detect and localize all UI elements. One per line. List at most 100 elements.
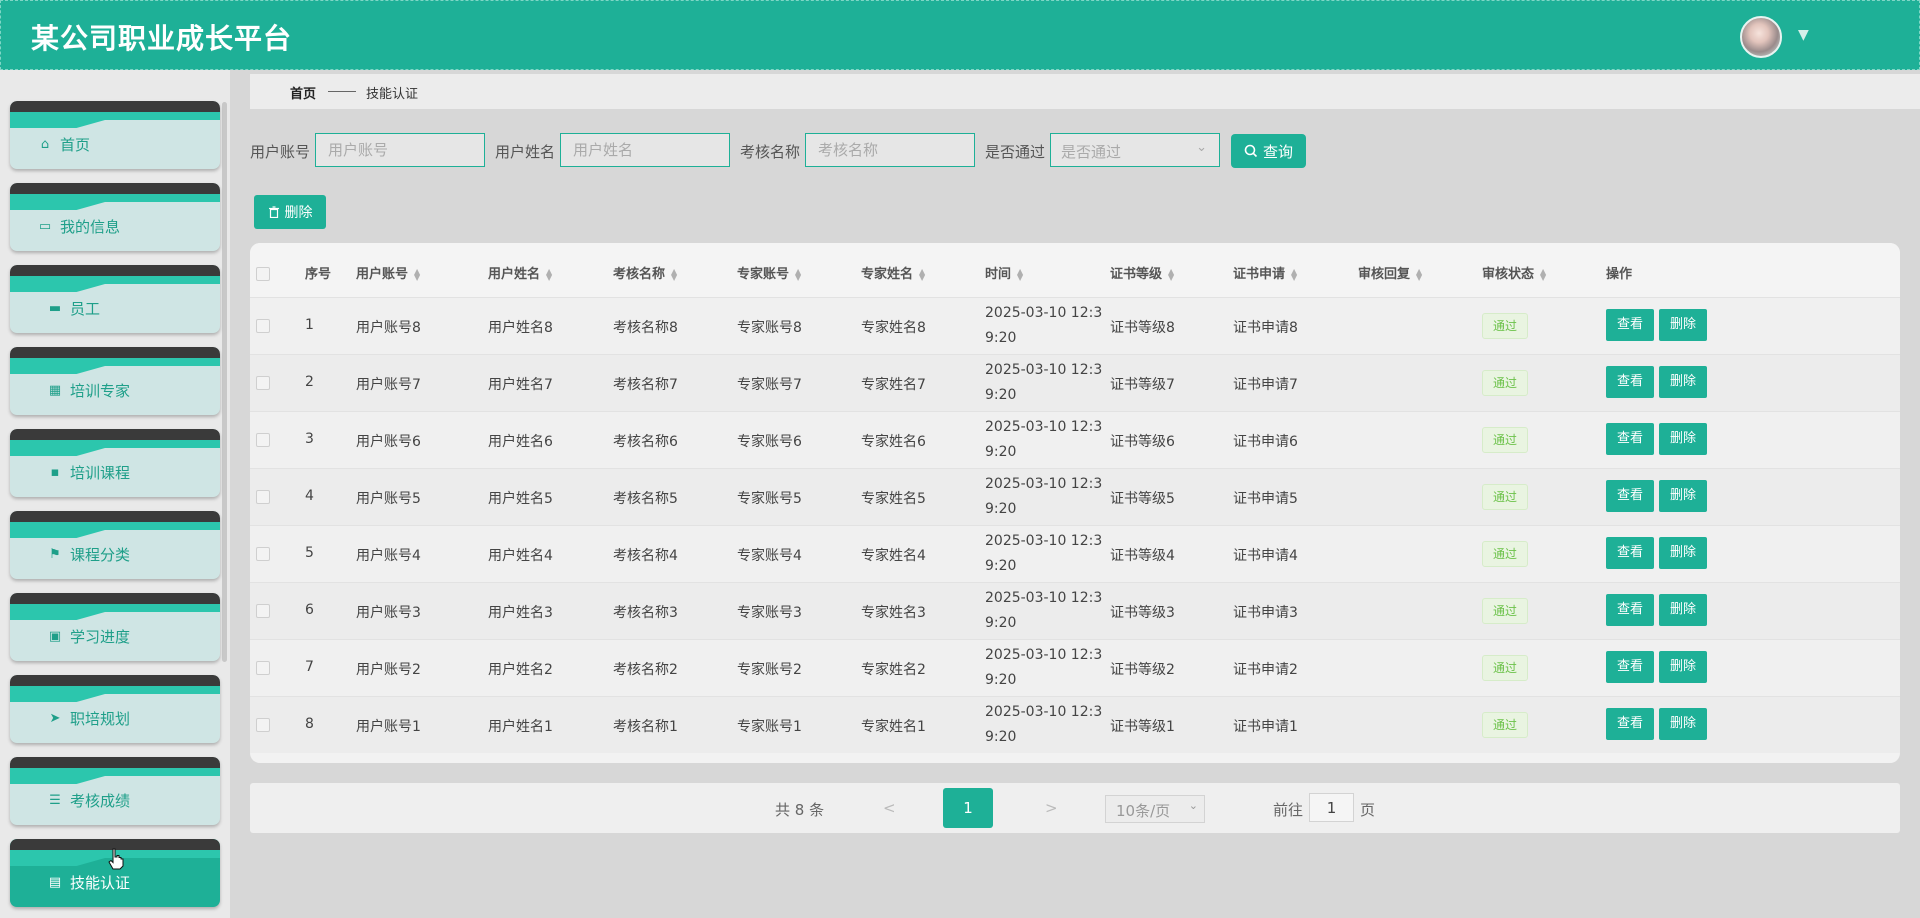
batch-delete-button[interactable]: 删除 bbox=[254, 195, 326, 229]
row-checkbox[interactable] bbox=[256, 547, 270, 561]
sort-icon[interactable]: ▲ ▼ bbox=[1017, 267, 1023, 281]
time-cell: 2025-03-10 12:3 9:20 bbox=[985, 415, 1102, 465]
user-name-cell: 用户姓名2 bbox=[488, 662, 553, 678]
delete-row-button[interactable]: 删除 bbox=[1659, 708, 1707, 740]
apps-icon: ▪ bbox=[50, 464, 60, 480]
table-row: 6 用户账号3 用户姓名3 考核名称3 专家账号3 专家姓名3 2025-03-10 12:… bbox=[250, 582, 1900, 639]
expert-name-cell: 专家姓名4 bbox=[861, 548, 926, 564]
cert-apply-cell: 证书申请7 bbox=[1233, 377, 1298, 393]
column-header-6[interactable]: 专家姓名 ▲ ▼ bbox=[861, 263, 925, 282]
sort-icon[interactable]: ▲ ▼ bbox=[1291, 267, 1297, 281]
select-all-checkbox[interactable] bbox=[256, 267, 270, 281]
query-button[interactable]: 查询 bbox=[1231, 134, 1306, 168]
menu-item-content: ⌂ 首页 bbox=[38, 134, 90, 155]
sort-icon[interactable]: ▲ ▼ bbox=[795, 267, 801, 281]
sidebar-item-6[interactable]: ⚑ 课程分类 bbox=[10, 511, 220, 579]
caret-down-icon[interactable]: ▼ bbox=[1798, 27, 1809, 43]
sidebar-item-5[interactable]: ▪ 培训课程 bbox=[10, 429, 220, 497]
view-button[interactable]: 查看 bbox=[1606, 423, 1654, 455]
menu-item-content: ▭ 我的信息 bbox=[38, 216, 120, 237]
cert-apply-cell: 证书申请2 bbox=[1233, 662, 1298, 678]
exam-name-input[interactable] bbox=[805, 133, 975, 167]
time-line-1: 2025-03-10 12:3 bbox=[985, 305, 1103, 321]
delete-row-button[interactable]: 删除 bbox=[1659, 480, 1707, 512]
page-size-select[interactable]: 10条/页 ⌄ bbox=[1105, 795, 1205, 823]
sidebar-item-8[interactable]: ➤ 职培规划 bbox=[10, 675, 220, 743]
cert-level-cell: 证书等级4 bbox=[1110, 548, 1175, 564]
table-header: 序号 用户账号 ▲ ▼ 用户姓名 ▲ ▼ 考核名称 ▲ ▼ 专家账号 ▲ ▼ 专家姓名 ▲ ▼ 时间 ▲ ▼ 证书等级… bbox=[250, 243, 1900, 297]
row-checkbox[interactable] bbox=[256, 319, 270, 333]
row-checkbox[interactable] bbox=[256, 376, 270, 390]
view-button[interactable]: 查看 bbox=[1606, 651, 1654, 683]
status-badge: 通过 bbox=[1482, 427, 1528, 453]
column-header-7[interactable]: 时间 ▲ ▼ bbox=[985, 263, 1023, 282]
delete-row-button[interactable]: 删除 bbox=[1659, 651, 1707, 683]
delete-row-button[interactable]: 删除 bbox=[1659, 423, 1707, 455]
next-page-button[interactable]: > bbox=[1045, 799, 1058, 817]
time-line-1: 2025-03-10 12:3 bbox=[985, 362, 1103, 378]
column-header-2[interactable]: 用户账号 ▲ ▼ bbox=[356, 263, 420, 282]
sidebar-item-2[interactable]: ▭ 我的信息 bbox=[10, 183, 220, 251]
sidebar-item-9[interactable]: ☰ 考核成绩 bbox=[10, 757, 220, 825]
user-account-cell: 用户账号7 bbox=[356, 377, 421, 393]
exam-name-label: 考核名称 bbox=[740, 143, 801, 161]
delete-row-button[interactable]: 删除 bbox=[1659, 366, 1707, 398]
column-header-5[interactable]: 专家账号 ▲ ▼ bbox=[737, 263, 801, 282]
column-header-3[interactable]: 用户姓名 ▲ ▼ bbox=[488, 263, 552, 282]
delete-row-button[interactable]: 删除 bbox=[1659, 594, 1707, 626]
time-line-2: 9:20 bbox=[985, 444, 1017, 460]
exam-name-cell: 考核名称1 bbox=[613, 719, 678, 735]
query-button-label: 查询 bbox=[1262, 142, 1293, 161]
user-avatar[interactable] bbox=[1740, 16, 1782, 58]
sort-icon[interactable]: ▲ ▼ bbox=[546, 267, 552, 281]
row-checkbox[interactable] bbox=[256, 433, 270, 447]
row-checkbox[interactable] bbox=[256, 718, 270, 732]
delete-row-button[interactable]: 删除 bbox=[1659, 309, 1707, 341]
table-row: 4 用户账号5 用户姓名5 考核名称5 专家账号5 专家姓名5 2025-03-10 12:… bbox=[250, 468, 1900, 525]
menu-item-wedge bbox=[10, 120, 105, 128]
delete-row-button[interactable]: 删除 bbox=[1659, 537, 1707, 569]
column-header-8[interactable]: 证书等级 ▲ ▼ bbox=[1110, 263, 1174, 282]
view-button[interactable]: 查看 bbox=[1606, 366, 1654, 398]
passed-select[interactable]: 是否通过 ⌄ bbox=[1050, 133, 1220, 167]
menu-item-accent bbox=[10, 440, 220, 448]
sidebar-scrollbar[interactable] bbox=[222, 102, 227, 662]
sort-icon[interactable]: ▲ ▼ bbox=[919, 267, 925, 281]
user-account-input[interactable] bbox=[315, 133, 485, 167]
sidebar-item-3[interactable]: ▬ 员工 bbox=[10, 265, 220, 333]
passed-select-placeholder: 是否通过 bbox=[1061, 143, 1122, 161]
view-button[interactable]: 查看 bbox=[1606, 594, 1654, 626]
column-header-9[interactable]: 证书申请 ▲ ▼ bbox=[1233, 263, 1297, 282]
sidebar-item-4[interactable]: ▦ 培训专家 bbox=[10, 347, 220, 415]
sort-icon[interactable]: ▲ ▼ bbox=[1540, 267, 1546, 281]
menu-item-content: ⚑ 课程分类 bbox=[48, 544, 130, 565]
view-button[interactable]: 查看 bbox=[1606, 480, 1654, 512]
pagination-total: 共 8 条 bbox=[775, 801, 825, 819]
sidebar-item-1[interactable]: ⌂ 首页 bbox=[10, 101, 220, 169]
row-checkbox[interactable] bbox=[256, 490, 270, 504]
cert-level-cell: 证书等级2 bbox=[1110, 662, 1175, 678]
sidebar-item-7[interactable]: ▣ 学习进度 bbox=[10, 593, 220, 661]
row-checkbox[interactable] bbox=[256, 661, 270, 675]
prev-page-button[interactable]: < bbox=[883, 799, 896, 817]
goto-page-input[interactable] bbox=[1309, 793, 1354, 822]
time-line-2: 9:20 bbox=[985, 729, 1017, 745]
view-button[interactable]: 查看 bbox=[1606, 537, 1654, 569]
user-name-input[interactable] bbox=[560, 133, 730, 167]
grid-icon: ▦ bbox=[48, 382, 62, 398]
row-checkbox[interactable] bbox=[256, 604, 270, 618]
time-line-2: 9:20 bbox=[985, 330, 1017, 346]
view-button[interactable]: 查看 bbox=[1606, 309, 1654, 341]
column-header-11[interactable]: 审核状态 ▲ ▼ bbox=[1482, 263, 1546, 282]
sort-icon[interactable]: ▲ ▼ bbox=[671, 267, 677, 281]
column-header-4[interactable]: 考核名称 ▲ ▼ bbox=[613, 263, 677, 282]
breadcrumb-home[interactable]: 首页 bbox=[290, 83, 316, 102]
view-button[interactable]: 查看 bbox=[1606, 708, 1654, 740]
column-header-10[interactable]: 审核回复 ▲ ▼ bbox=[1358, 263, 1422, 282]
sort-icon[interactable]: ▲ ▼ bbox=[414, 267, 420, 281]
sort-icon[interactable]: ▲ ▼ bbox=[1416, 267, 1422, 281]
row-index: 8 bbox=[305, 716, 314, 732]
cert-apply-cell: 证书申请6 bbox=[1233, 434, 1298, 450]
page-number-button[interactable]: 1 bbox=[943, 788, 993, 828]
sort-icon[interactable]: ▲ ▼ bbox=[1168, 267, 1174, 281]
